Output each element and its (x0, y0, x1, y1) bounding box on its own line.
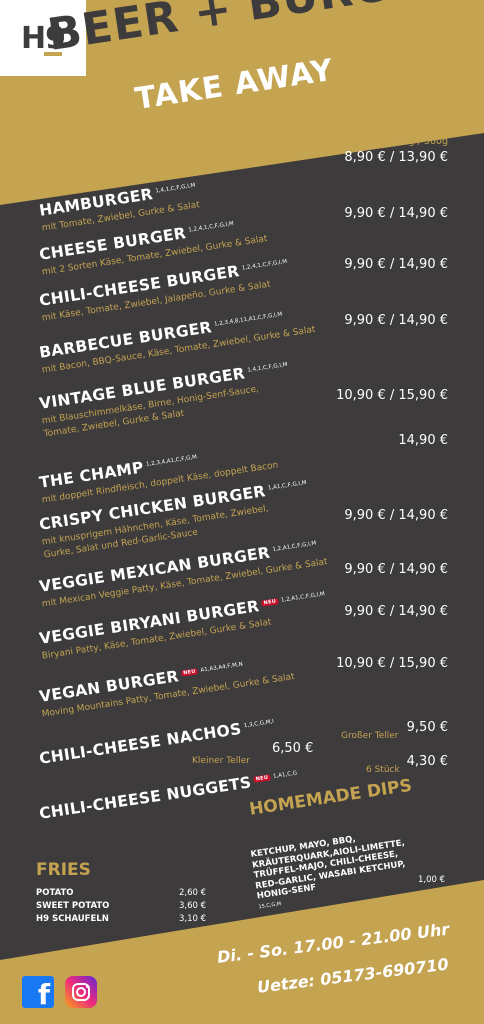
menu-item-price: 9,90 € / 14,90 € (344, 313, 448, 328)
menu-item-price: 10,90 € / 15,90 € (336, 656, 448, 671)
fries-item-name: SWEET POTATO (36, 901, 110, 911)
menu-item-allergens: 1,2,3,4,A1,C,F,G,M (145, 454, 198, 468)
dips-price: 1,00 € (418, 875, 446, 885)
instagram-icon[interactable] (65, 976, 97, 1008)
new-badge: NEU (261, 598, 279, 607)
fries-item: SWEET POTATO 3,60 € (36, 901, 206, 911)
instagram-lens (76, 987, 86, 997)
fries-item: POTATO 2,60 € (36, 888, 206, 898)
menu-item-allergens: 1,A1,C,F,G,I,M (267, 479, 307, 492)
nachos-large-label: Großer Teller (341, 731, 399, 741)
menu-item-allergens: 1,2,4,1,C,F,G,I,M (188, 220, 235, 234)
menu-item-price: 9,90 € / 14,90 € (344, 257, 448, 272)
facebook-icon[interactable]: f (22, 976, 54, 1008)
fries-item-name: H9 SCHAUFELN (36, 914, 109, 924)
menu-item-allergens: 1,3,C,G,M,I (243, 718, 275, 730)
menu-item-name: CHILI-CHEESE NUGGETS (38, 773, 253, 823)
new-badge: NEU (180, 668, 199, 677)
menu-item-allergens: 1,A1,C,G (272, 770, 298, 780)
menu-item-price: 10,90 € / 15,90 € (336, 388, 448, 403)
nuggets-price: 4,30 € (406, 754, 448, 769)
menu-item: VEGAN BURGER NEU A1,A3,A4,F,M,N Moving Moun… (38, 650, 296, 721)
fries-item-price: 3,60 € (178, 901, 206, 911)
nachos-small-price: 6,50 € (272, 741, 314, 756)
fries-item: H9 SCHAUFELN 3,10 € (36, 914, 206, 924)
menu-item-allergens: 1,2,A1,C,F,G,I,M (272, 540, 317, 553)
fries-title: FRIES (36, 860, 91, 880)
nachos-large-price: 9,50 € (406, 720, 448, 735)
menu-item-allergens: 1,4,1,C,F,G,I,M (154, 182, 196, 195)
menu-item-price: 9,90 € / 14,90 € (344, 206, 448, 221)
menu-item-price: 14,90 € (398, 433, 448, 448)
menu-item-price: 8,90 € / 13,90 € (344, 150, 448, 165)
menu-item-allergens: A1,A3,A4,F,M,N (200, 661, 244, 674)
menu-item-allergens: 1,2,4,1,C,F,G,I,M (241, 258, 288, 272)
nuggets-count-label: 6 Stück (366, 765, 400, 775)
fries-item-price: 3,10 € (178, 914, 206, 924)
menu-item-allergens: 1,2,3,4,8,11,A1,C,F,G,I,M (213, 311, 283, 328)
menu-item-price: 9,90 € / 14,90 € (344, 604, 448, 619)
instagram-dot (86, 985, 89, 988)
fries-item-name: POTATO (36, 888, 74, 898)
menu-item-allergens: 1,2,A1,C,F,G,I,M (280, 591, 326, 604)
fries-item-price: 2,60 € (178, 888, 206, 898)
menu-item-allergens: 1,4,1,C,F,G,I,M (247, 361, 288, 374)
menu-item-price: 9,90 € / 14,90 € (344, 562, 448, 577)
menu-item-price: 9,90 € / 14,90 € (344, 508, 448, 523)
nachos-small-label: Kleiner Teller (192, 756, 250, 766)
new-badge: NEU (253, 774, 271, 783)
